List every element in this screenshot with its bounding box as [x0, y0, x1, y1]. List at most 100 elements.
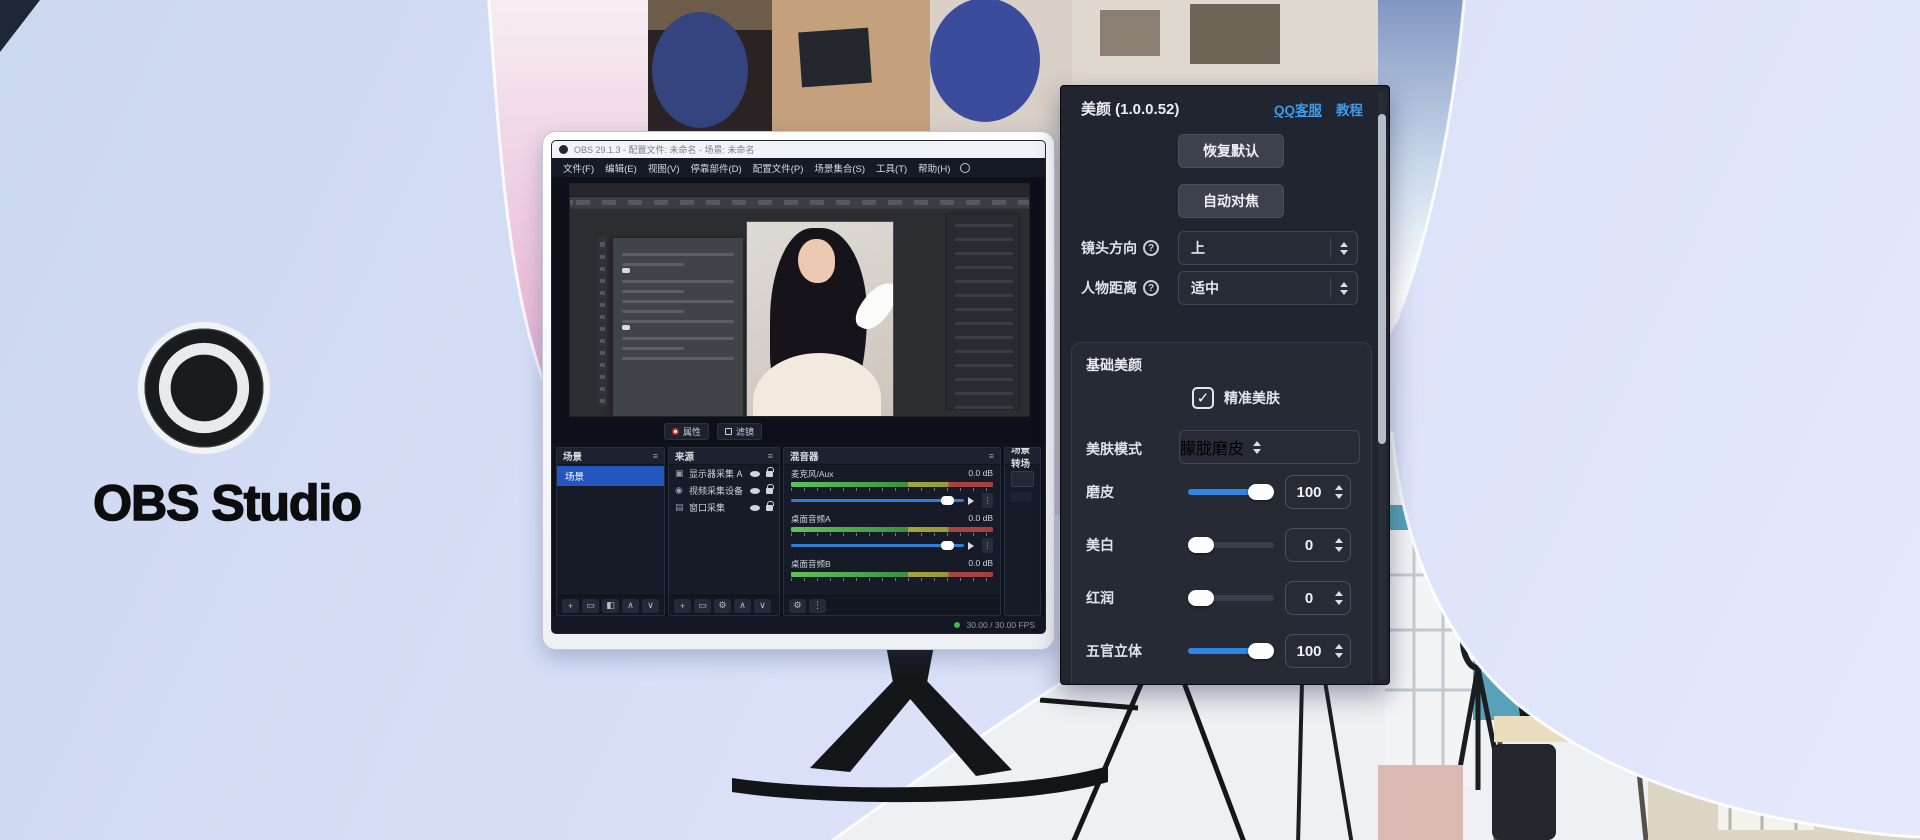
menu-help[interactable]: 帮助(H)	[913, 161, 955, 175]
stream-health-dot	[954, 622, 960, 628]
transition-dock: 场景转场	[1004, 447, 1041, 616]
slider-handle[interactable]	[1248, 484, 1274, 500]
select-chevrons-icon[interactable]	[1244, 441, 1270, 454]
autofocus-button[interactable]: 自动对焦	[1178, 184, 1284, 218]
monitor: OBS 29.1.3 - 配置文件: 未命名 - 场景: 未命名 文件(F) 编…	[542, 131, 1055, 650]
properties-button[interactable]: 属性	[664, 423, 709, 440]
mixer-menu-button[interactable]: ⋮	[809, 599, 826, 613]
face-3d-spinner[interactable]: 100	[1285, 634, 1351, 668]
volume-handle[interactable]	[941, 541, 954, 550]
sources-dock: 来源≡ ▣ 显示器采集 A ◉ 视频采集设备 ▤	[668, 447, 780, 616]
scene-item-selected[interactable]: 场景	[557, 466, 664, 486]
spinner-arrows-icon[interactable]	[1332, 644, 1350, 658]
obs-menubar: 文件(F) 编辑(E) 视图(V) 停靠部件(D) 配置文件(P) 场景集合(S…	[552, 158, 1045, 177]
menu-file[interactable]: 文件(F)	[558, 161, 599, 175]
transition-duration[interactable]	[1011, 492, 1032, 502]
precise-skin-label: 精准美肤	[1224, 388, 1280, 408]
visibility-eye-icon[interactable]	[750, 471, 760, 477]
audio-meter	[791, 527, 993, 532]
spinner-arrows-icon[interactable]	[1332, 538, 1350, 552]
menu-scene-collection[interactable]: 场景集合(S)	[809, 161, 870, 175]
person-distance-select[interactable]: 适中	[1178, 271, 1358, 305]
scenes-dock: 场景≡ 场景 + ▭ ◧ ∧ ∨	[556, 447, 665, 616]
panel-title: 美颜 (1.0.0.52)	[1081, 98, 1179, 119]
audio-meter	[791, 482, 993, 487]
editor-dialog	[612, 237, 744, 417]
slider-value: 100	[1286, 484, 1332, 501]
add-scene-button[interactable]: +	[562, 599, 579, 613]
slider-handle[interactable]	[1188, 537, 1214, 553]
volume-slider[interactable]	[791, 544, 964, 547]
lock-icon[interactable]	[766, 471, 773, 477]
camera-source-icon: ◉	[675, 485, 685, 496]
visibility-eye-icon[interactable]	[750, 488, 760, 494]
dock-menu-icon[interactable]: ≡	[653, 451, 658, 461]
mixer-settings-button[interactable]: ⚙	[789, 599, 806, 613]
select-chevrons-icon[interactable]	[1331, 242, 1357, 255]
source-row[interactable]: ▣ 显示器采集 A	[669, 465, 779, 482]
source-up-button[interactable]: ∧	[734, 599, 751, 613]
skin-mode-select[interactable]: 朦胧磨皮	[1179, 430, 1360, 464]
slider-handle[interactable]	[1248, 643, 1274, 659]
whitening-row: 美白 0	[1072, 525, 1371, 565]
dock-menu-icon[interactable]: ≡	[989, 451, 994, 461]
qq-support-link[interactable]: QQ客服	[1274, 99, 1322, 119]
spinner-arrows-icon[interactable]	[1332, 485, 1350, 499]
help-icon[interactable]: ?	[1143, 280, 1159, 296]
volume-handle[interactable]	[941, 496, 954, 505]
whitening-spinner[interactable]: 0	[1285, 528, 1351, 562]
help-icon[interactable]: ?	[1143, 240, 1159, 256]
fps-readout: 30.00 / 30.00 FPS	[966, 620, 1035, 630]
source-properties-button[interactable]: ⚙	[714, 599, 731, 613]
tutorial-link[interactable]: 教程	[1336, 99, 1363, 119]
rosy-slider[interactable]	[1188, 595, 1274, 601]
editor-canvas	[570, 209, 1029, 416]
menu-edit[interactable]: 编辑(E)	[600, 161, 642, 175]
rosy-spinner[interactable]: 0	[1285, 581, 1351, 615]
precise-skin-checkbox[interactable]: ✓	[1192, 387, 1214, 409]
volume-slider[interactable]	[791, 499, 964, 502]
scrollbar-thumb[interactable]	[1378, 114, 1386, 444]
whitening-slider[interactable]	[1188, 542, 1274, 548]
plugin-center-icon[interactable]	[960, 163, 970, 173]
camera-direction-select[interactable]: 上	[1178, 231, 1358, 265]
slider-handle[interactable]	[1188, 590, 1214, 606]
panel-scrollbar[interactable]	[1378, 90, 1386, 680]
filters-button[interactable]: 滤镜	[717, 423, 762, 440]
remove-scene-button[interactable]: ▭	[582, 599, 599, 613]
channel-label: 桌面音频A	[791, 513, 831, 525]
menu-docks[interactable]: 停靠部件(D)	[685, 161, 746, 175]
menu-tools[interactable]: 工具(T)	[871, 161, 912, 175]
scene-down-button[interactable]: ∨	[642, 599, 659, 613]
dock-menu-icon[interactable]: ≡	[768, 451, 773, 461]
scene-up-button[interactable]: ∧	[622, 599, 639, 613]
lock-icon[interactable]	[766, 505, 773, 511]
spinner-arrows-icon[interactable]	[1332, 591, 1350, 605]
menu-view[interactable]: 视图(V)	[643, 161, 685, 175]
channel-db: 0.0 dB	[968, 513, 993, 525]
mixer-toolbar: ⚙ ⋮	[784, 595, 1000, 615]
mixer-channel: 桌面音频A 0.0 dB ⋮	[791, 513, 993, 553]
restore-default-button[interactable]: 恢复默认	[1178, 134, 1284, 168]
lock-icon[interactable]	[766, 488, 773, 494]
channel-menu-button[interactable]: ⋮	[982, 493, 993, 508]
source-label: 视频采集设备	[689, 484, 746, 497]
source-row[interactable]: ▤ 窗口采集	[669, 499, 779, 516]
remove-source-button[interactable]: ▭	[694, 599, 711, 613]
transition-select[interactable]	[1011, 471, 1034, 487]
camera-direction-label: 镜头方向 ?	[1081, 238, 1159, 258]
menu-profile[interactable]: 配置文件(P)	[748, 161, 809, 175]
speaker-icon[interactable]	[968, 542, 978, 550]
source-label: 显示器采集 A	[689, 467, 746, 480]
source-down-button[interactable]: ∨	[754, 599, 771, 613]
smoothing-spinner[interactable]: 100	[1285, 475, 1351, 509]
source-row[interactable]: ◉ 视频采集设备	[669, 482, 779, 499]
channel-menu-button[interactable]: ⋮	[982, 538, 993, 553]
duplicate-scene-button[interactable]: ◧	[602, 599, 619, 613]
face-3d-slider[interactable]	[1188, 648, 1274, 654]
select-chevrons-icon[interactable]	[1331, 282, 1357, 295]
smoothing-slider[interactable]	[1188, 489, 1274, 495]
visibility-eye-icon[interactable]	[750, 505, 760, 511]
add-source-button[interactable]: +	[674, 599, 691, 613]
speaker-icon[interactable]	[968, 497, 978, 505]
